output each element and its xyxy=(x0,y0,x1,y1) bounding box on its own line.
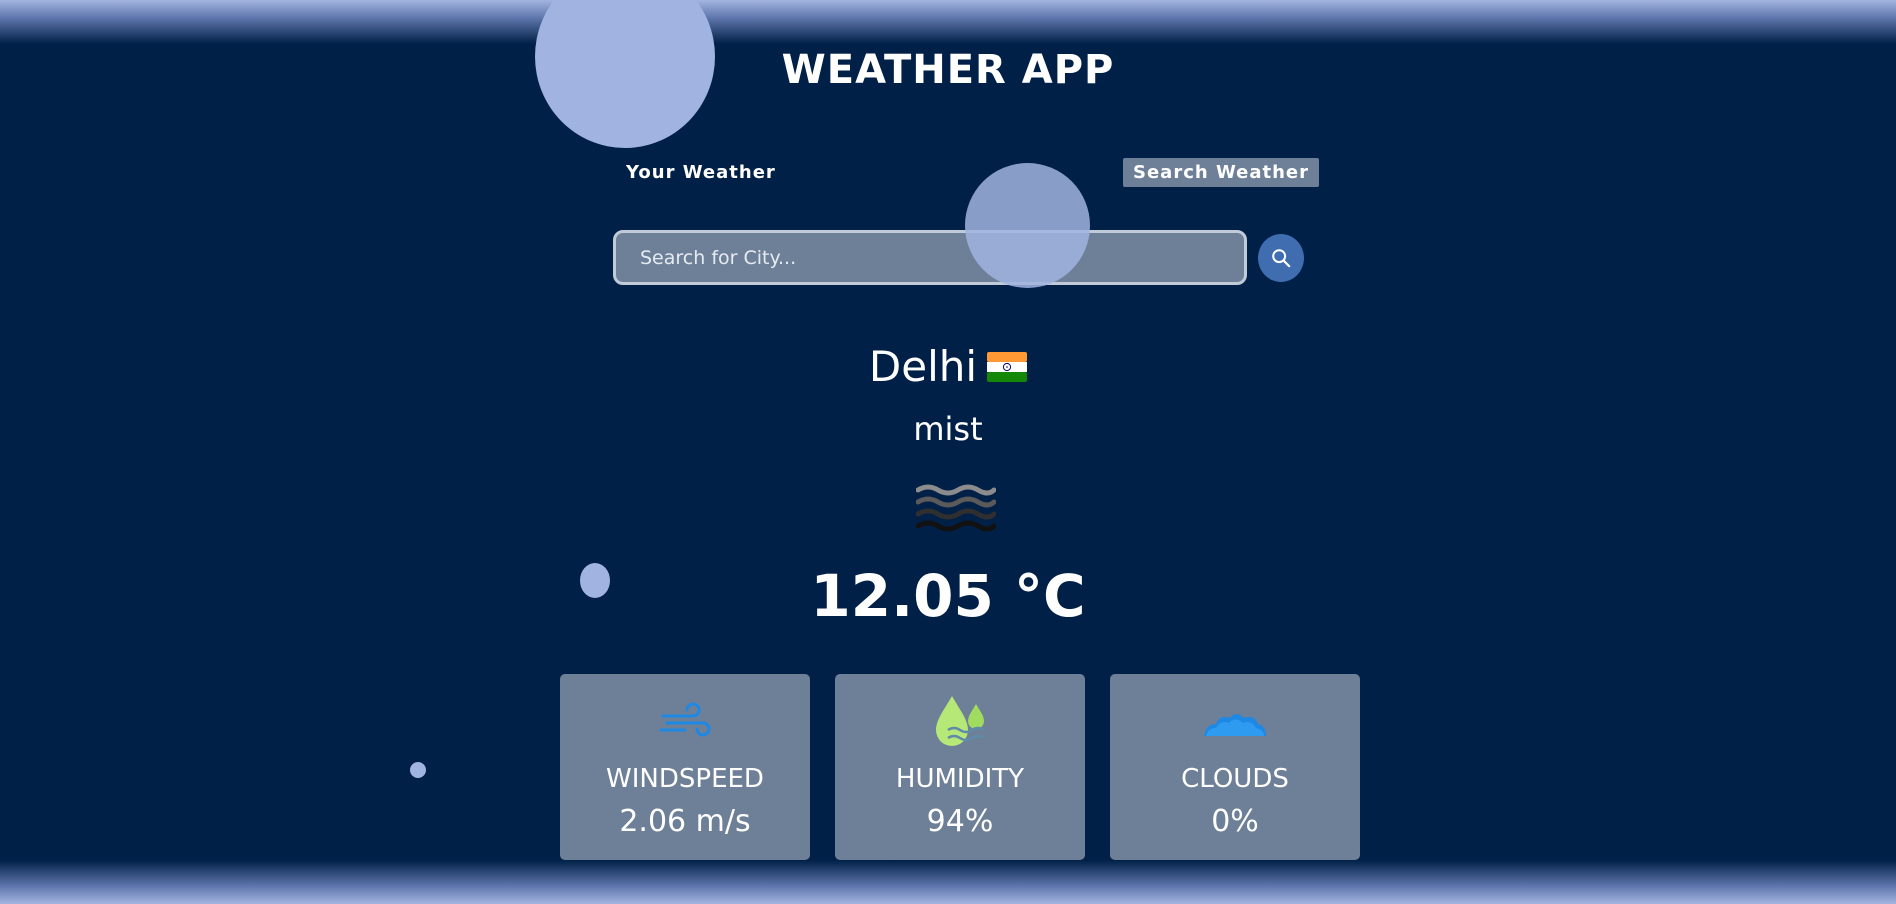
bottom-gradient-edge xyxy=(0,860,1896,904)
search-button[interactable] xyxy=(1258,234,1304,282)
clouds-icon xyxy=(1204,714,1266,736)
top-gradient-edge xyxy=(0,0,1896,44)
weather-description: mist xyxy=(913,410,983,448)
clouds-card: CLOUDS 0% xyxy=(1110,674,1360,860)
location-row: Delhi xyxy=(0,342,1896,391)
mist-icon xyxy=(916,484,996,532)
tab-your-weather[interactable]: Your Weather xyxy=(626,158,776,187)
clouds-label: CLOUDS xyxy=(1181,764,1289,794)
humidity-value: 94% xyxy=(926,804,994,839)
windspeed-card: WINDSPEED 2.06 m/s xyxy=(560,674,810,860)
india-flag-icon xyxy=(987,351,1028,382)
decorative-bubble xyxy=(535,0,715,148)
windspeed-label: WINDSPEED xyxy=(606,764,764,794)
decorative-bubble xyxy=(965,163,1090,288)
humidity-label: HUMIDITY xyxy=(895,764,1025,794)
decorative-bubble xyxy=(580,563,610,598)
windspeed-value: 2.06 m/s xyxy=(619,804,751,839)
city-search-input[interactable] xyxy=(613,230,1247,285)
decorative-bubble xyxy=(410,762,426,778)
humidity-icon xyxy=(936,696,985,746)
humidity-card: HUMIDITY 94% xyxy=(835,674,1085,860)
temperature: 12.05 °C xyxy=(810,562,1086,630)
search-icon xyxy=(1272,249,1291,268)
city-name: Delhi xyxy=(868,342,978,391)
wind-icon xyxy=(659,702,711,737)
clouds-value: 0% xyxy=(1211,804,1259,839)
tab-search-weather[interactable]: Search Weather xyxy=(1123,158,1320,187)
app-title: WEATHER APP xyxy=(781,47,1115,93)
